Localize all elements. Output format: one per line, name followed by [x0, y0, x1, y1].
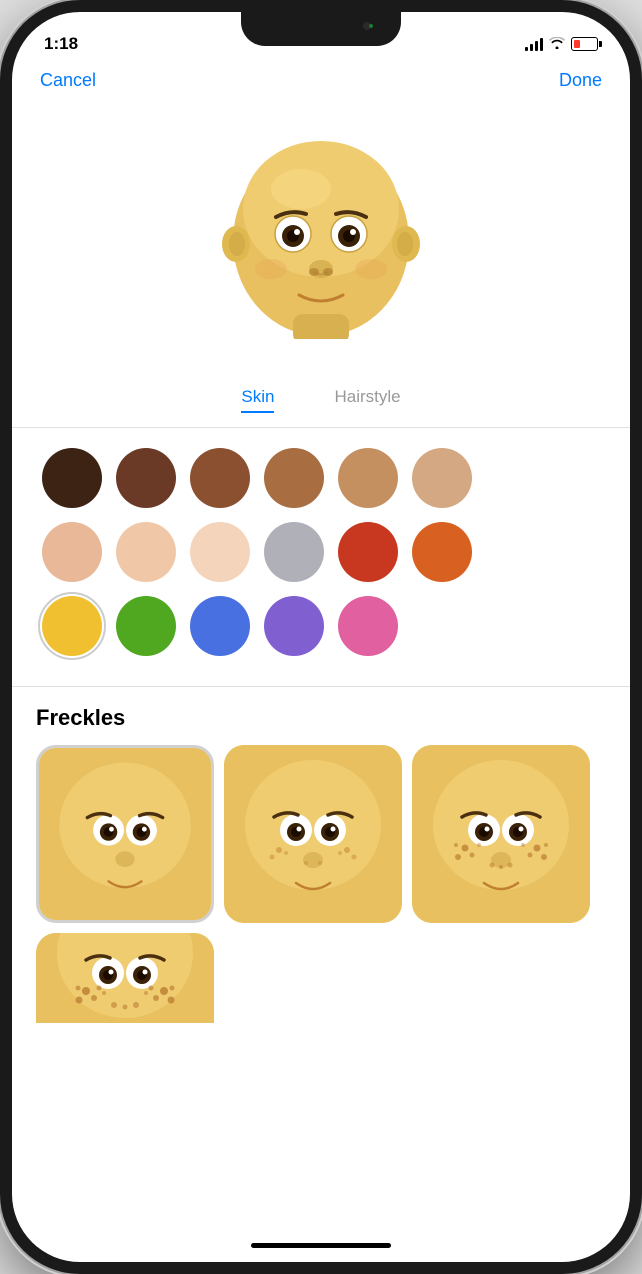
- swatch-pink[interactable]: [338, 596, 398, 656]
- swatch-row-3: [42, 596, 600, 656]
- phone-frame: 1:18: [0, 0, 642, 1274]
- memoji-avatar: [221, 129, 421, 339]
- swatch-lightpeach[interactable]: [116, 522, 176, 582]
- swatches-section: [12, 428, 630, 687]
- tab-skin[interactable]: Skin: [241, 387, 274, 413]
- freckles-section: Freckles: [12, 687, 630, 1023]
- swatch-blue[interactable]: [190, 596, 250, 656]
- camera-dot: [363, 22, 371, 30]
- freckles-heavy[interactable]: [36, 933, 214, 1023]
- swatch-green[interactable]: [116, 596, 176, 656]
- swatch-tan[interactable]: [264, 448, 324, 508]
- wifi-icon: [549, 36, 565, 52]
- freckles-light[interactable]: [224, 745, 402, 923]
- swatch-row-1: [42, 448, 600, 508]
- freckles-grid: [36, 745, 606, 923]
- tab-bar: Skin Hairstyle: [12, 379, 630, 428]
- cancel-button[interactable]: Cancel: [40, 70, 96, 91]
- done-button[interactable]: Done: [559, 70, 602, 91]
- freckles-none[interactable]: [36, 745, 214, 923]
- battery-icon: [571, 37, 598, 51]
- swatch-purple[interactable]: [264, 596, 324, 656]
- freckles-title: Freckles: [36, 705, 606, 731]
- freckles-medium[interactable]: [412, 745, 590, 923]
- swatch-peach[interactable]: [42, 522, 102, 582]
- tab-hairstyle[interactable]: Hairstyle: [334, 387, 400, 413]
- nav-bar: Cancel Done: [12, 62, 630, 99]
- swatch-row-2: [42, 522, 600, 582]
- signal-icon: [525, 37, 543, 51]
- phone-screen: 1:18: [12, 12, 630, 1262]
- status-icons: [525, 36, 598, 52]
- time-display: 1:18: [44, 34, 78, 54]
- avatar-area: [12, 99, 630, 379]
- swatch-beige[interactable]: [412, 448, 472, 508]
- swatch-mediumbrown[interactable]: [190, 448, 250, 508]
- swatch-brown[interactable]: [116, 448, 176, 508]
- swatch-palecream[interactable]: [190, 522, 250, 582]
- notch: [241, 12, 401, 46]
- swatch-grey[interactable]: [264, 522, 324, 582]
- swatch-yellow[interactable]: [42, 596, 102, 656]
- swatch-darkbrown[interactable]: [42, 448, 102, 508]
- swatch-orange[interactable]: [412, 522, 472, 582]
- home-indicator: [251, 1243, 391, 1248]
- swatch-caramel[interactable]: [338, 448, 398, 508]
- swatch-red[interactable]: [338, 522, 398, 582]
